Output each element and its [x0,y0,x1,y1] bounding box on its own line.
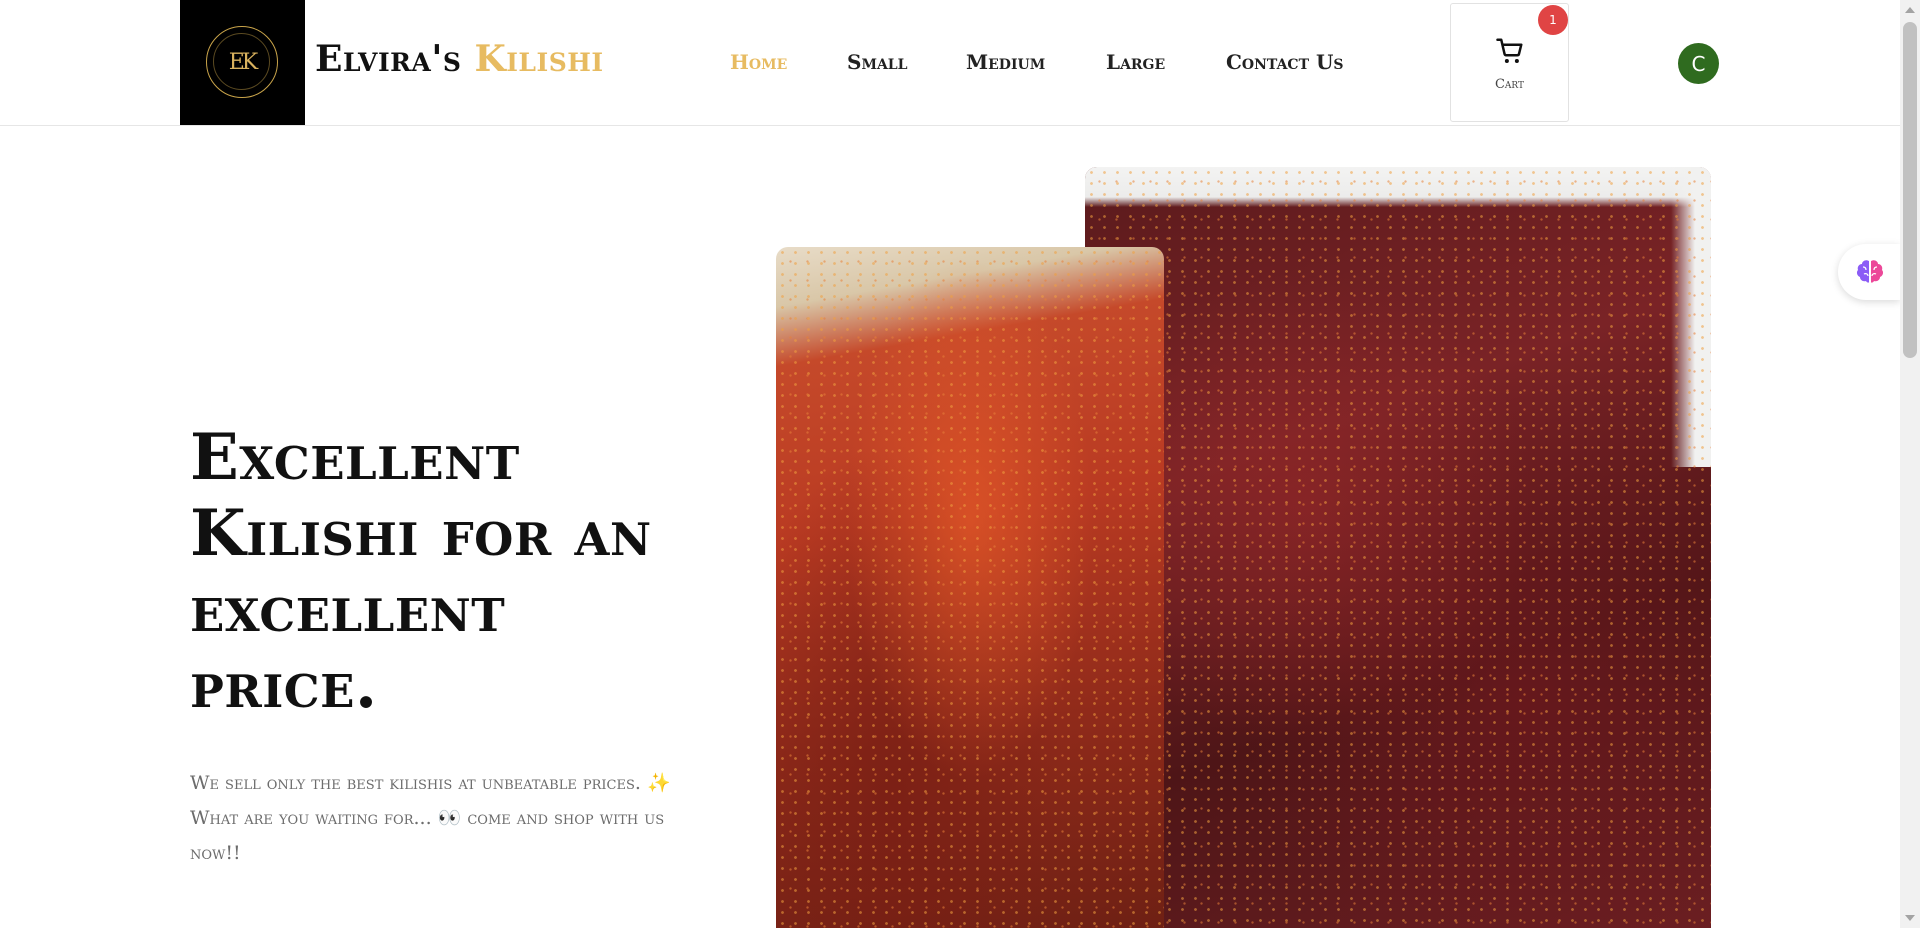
logo-monogram: EK [228,49,259,75]
user-avatar[interactable]: C [1678,43,1719,84]
site-header: EK Elvira's Kilishi Home Small Medium La… [0,0,1900,126]
hero-image-small [776,247,1164,928]
site-logo[interactable]: EK [180,0,305,125]
scroll-up-arrow-icon[interactable] [1905,7,1915,13]
hero-subtitle: We sell only the best kilishis at unbeat… [190,766,680,871]
nav-small[interactable]: Small [847,50,908,74]
hero-subtitle-line1: We sell only the best kilishis at unbeat… [190,772,671,794]
brand-name-part2: Kilishi [474,38,604,80]
page-scrollbar[interactable] [1900,0,1920,928]
nav-large[interactable]: Large [1106,50,1165,74]
brain-icon [1856,260,1884,283]
nav-contact-us[interactable]: Contact Us [1226,50,1344,74]
cart-count-badge: 1 [1538,5,1568,35]
scroll-thumb[interactable] [1903,22,1917,358]
floating-assistant-button[interactable] [1838,244,1900,300]
hero-title: Excellent Kilishi for an excellent price… [190,420,652,723]
hero-subtitle-line2: What are you waiting for... 👀 come and s… [190,807,665,864]
brand-name-part1: Elvira's [315,38,462,80]
cart-icon [1496,38,1523,63]
hero-image-large [1085,167,1711,928]
nav-medium[interactable]: Medium [966,50,1045,74]
cart-label: Cart [1494,77,1525,92]
brand-name[interactable]: Elvira's Kilishi [315,38,604,80]
logo-emblem-icon: EK [206,26,278,98]
scroll-down-arrow-icon[interactable] [1905,915,1915,921]
nav-home[interactable]: Home [730,50,787,74]
